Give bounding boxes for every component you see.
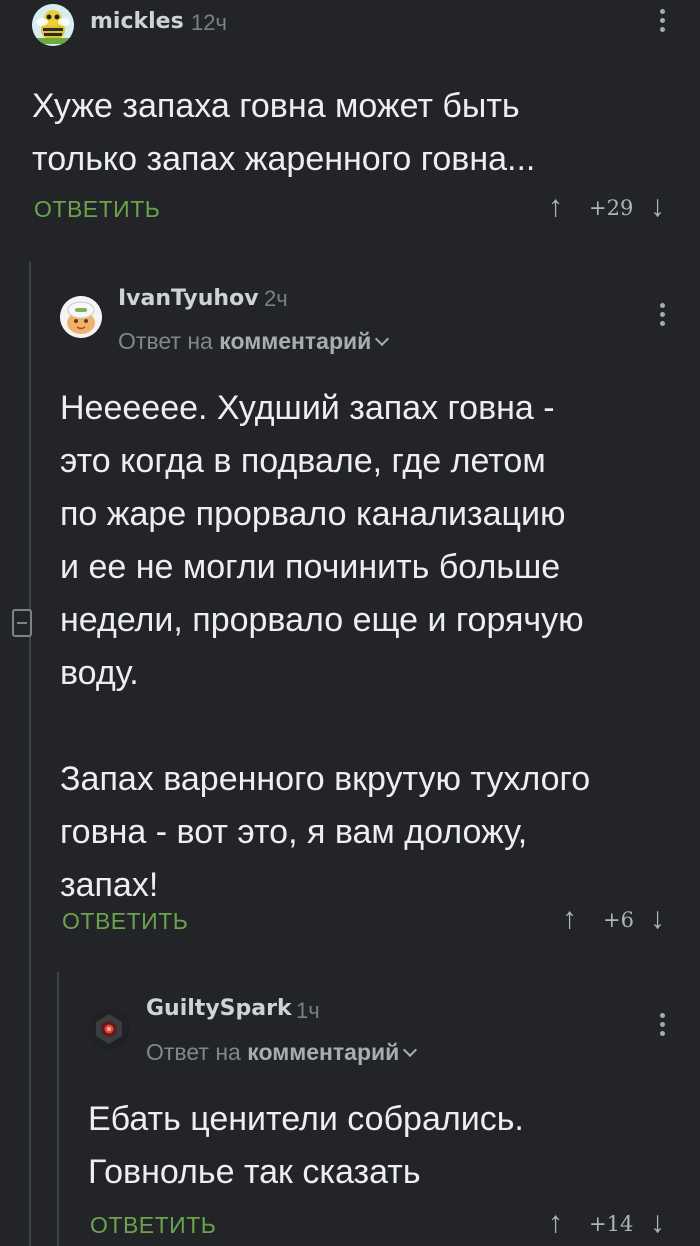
- chevron-down-icon[interactable]: [403, 1042, 418, 1058]
- comment-username[interactable]: GuiltySpark: [146, 996, 292, 1021]
- chevron-down-icon[interactable]: [375, 331, 390, 347]
- downvote-arrow-icon[interactable]: ↓: [650, 190, 665, 224]
- downvote-arrow-icon[interactable]: ↓: [650, 1206, 665, 1240]
- reply-to-link[interactable]: Ответ на комментарий: [118, 328, 390, 355]
- comment-body: Хуже запаха говна может быть только запа…: [32, 80, 672, 186]
- avatar-ivantyuhov[interactable]: [60, 296, 102, 338]
- reply-button[interactable]: ОТВЕТИТЬ: [90, 1212, 216, 1239]
- reply-to-target[interactable]: комментарий: [219, 328, 371, 354]
- downvote-arrow-icon[interactable]: ↓: [650, 902, 665, 936]
- cartoon-avatar-image: [60, 296, 102, 338]
- comment-body-line: Говнолье так сказать: [88, 1153, 421, 1191]
- comment-body-line: Ебать ценители собрались.: [88, 1100, 524, 1138]
- comment-username[interactable]: IvanTyuhov: [118, 286, 259, 311]
- comment-body-line: по жаре прорвало канализацию: [60, 495, 566, 533]
- comment-body-line: это когда в подвале, где летом: [60, 442, 546, 480]
- vote-score: +14: [589, 1212, 634, 1236]
- comment-body-line: Запах варенного вкрутую тухлого: [60, 760, 591, 798]
- comment-body-line: воду.: [60, 654, 139, 692]
- bee-avatar-image: [32, 4, 74, 46]
- comment-time: 12ч: [191, 10, 227, 35]
- avatar-guiltyspark[interactable]: [88, 1008, 130, 1050]
- upvote-arrow-icon[interactable]: ↑: [548, 190, 563, 224]
- upvote-arrow-icon[interactable]: ↑: [562, 902, 577, 936]
- more-vertical-icon[interactable]: [659, 1013, 665, 1040]
- thread-line[interactable]: [57, 972, 59, 1246]
- comment-time: 2ч: [264, 286, 288, 311]
- vote-score: +29: [589, 196, 634, 220]
- reply-button[interactable]: ОТВЕТИТЬ: [34, 196, 160, 223]
- reply-to-target[interactable]: комментарий: [247, 1039, 399, 1065]
- more-vertical-icon[interactable]: [659, 9, 665, 36]
- comment-body-line: [60, 700, 680, 753]
- reply-to-link[interactable]: Ответ на комментарий: [146, 1039, 418, 1066]
- comment-time: 1ч: [296, 998, 320, 1023]
- comment-body: Ебать ценители собрались. Говнолье так с…: [88, 1093, 688, 1199]
- reply-to-prefix: Ответ на: [146, 1039, 241, 1065]
- comment-body-line: и ее не могли починить больше: [60, 548, 561, 586]
- comment-body: Нееееее. Худший запах говна - это когда …: [60, 382, 680, 912]
- thread-line[interactable]: [29, 262, 31, 1246]
- avatar-mickles[interactable]: [32, 4, 74, 46]
- collapse-thread-icon[interactable]: [12, 609, 32, 637]
- upvote-arrow-icon[interactable]: ↑: [548, 1206, 563, 1240]
- more-vertical-icon[interactable]: [659, 303, 665, 330]
- reply-button[interactable]: ОТВЕТИТЬ: [62, 908, 188, 935]
- comment-username[interactable]: mickles: [90, 9, 184, 34]
- comment-body-line: Хуже запаха говна может быть: [32, 87, 520, 125]
- comment-body-line: говна - вот это, я вам доложу,: [60, 813, 528, 851]
- vote-score: +6: [603, 908, 634, 932]
- comment-body-line: только запах жаренного говна...: [32, 140, 536, 178]
- robot-eye-avatar-image: [88, 1008, 130, 1050]
- comment-body-line: Нееееее. Худший запах говна -: [60, 389, 555, 427]
- comment-body-line: недели, прорвало еще и горячую: [60, 601, 584, 639]
- comment-body-line: запах!: [60, 866, 159, 904]
- reply-to-prefix: Ответ на: [118, 328, 213, 354]
